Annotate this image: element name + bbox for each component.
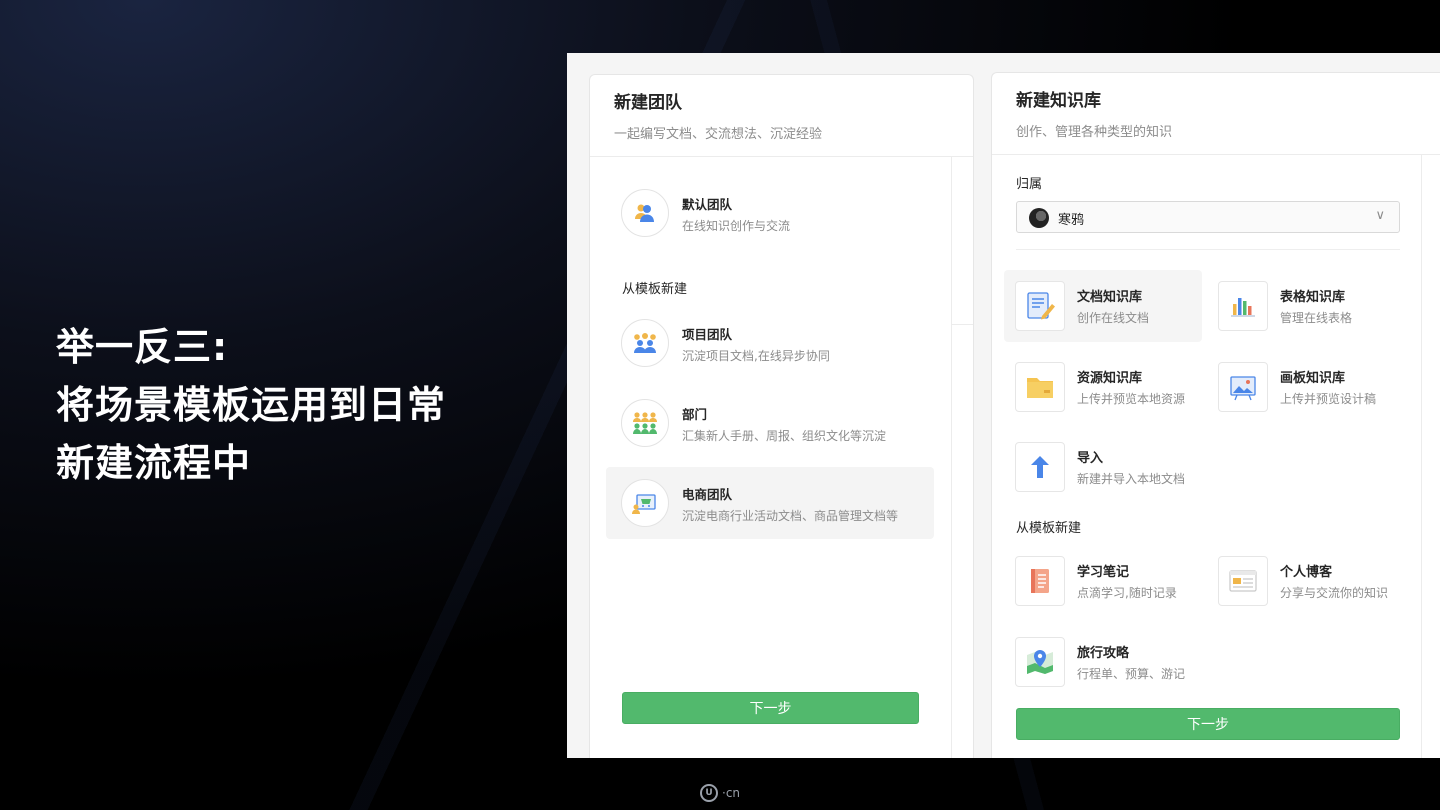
chevron-down-icon: ∨	[1375, 208, 1385, 223]
owner-label: 归属	[1016, 177, 1043, 192]
kb-next-step-button[interactable]: 下一步	[1016, 708, 1400, 740]
site-watermark: U ·cn	[700, 784, 740, 802]
kb-type-desc: 上传并预览设计稿	[1280, 392, 1377, 406]
kb-type-desc: 上传并预览本地资源	[1077, 392, 1186, 406]
kb-template-personal-blog[interactable]: 个人博客 分享与交流你的知识	[1207, 545, 1405, 617]
project-team-icon	[621, 319, 669, 367]
watermark-text: ·cn	[722, 786, 741, 800]
default-team-name: 默认团队	[682, 197, 733, 212]
kb-type-name: 资源知识库	[1077, 371, 1143, 386]
arrow-up-icon	[1015, 442, 1065, 492]
new-kb-header: 新建知识库 创作、管理各种类型的知识	[992, 73, 1440, 155]
blog-page-icon	[1218, 556, 1268, 606]
kb-type-resource[interactable]: 资源知识库 上传并预览本地资源	[1004, 351, 1202, 423]
template-section-label: 从模板新建	[622, 282, 688, 297]
document-edit-icon	[1015, 281, 1065, 331]
template-name: 项目团队	[682, 327, 733, 342]
template-desc: 汇集新人手册、周报、组织文化等沉淀	[682, 429, 887, 443]
panel-edge-strip	[952, 157, 973, 325]
kb-type-desc: 创作在线文档	[1077, 311, 1150, 325]
headline-line-2: 将场景模板运用到日常	[56, 383, 447, 427]
kb-template-study-notes[interactable]: 学习笔记 点滴学习,随时记录	[1004, 545, 1202, 617]
folder-icon	[1015, 362, 1065, 412]
headline-line-1: 举一反三:	[56, 325, 229, 369]
template-name: 电商团队	[682, 487, 733, 502]
default-team-icon	[621, 189, 669, 237]
kb-type-name: 文档知识库	[1077, 290, 1143, 305]
template-desc: 沉淀电商行业活动文档、商品管理文档等	[682, 509, 899, 523]
new-kb-title: 新建知识库	[1016, 91, 1101, 111]
kb-type-name: 画板知识库	[1280, 371, 1346, 386]
template-name: 部门	[682, 407, 708, 422]
kb-type-name: 导入	[1077, 451, 1104, 466]
picture-board-icon	[1218, 362, 1268, 412]
kb-template-section-label: 从模板新建	[1016, 521, 1082, 536]
kb-type-desc: 管理在线表格	[1280, 311, 1353, 325]
kb-template-desc: 行程单、预算、游记	[1077, 667, 1186, 681]
screenshot-canvas: 新建团队 一起编写文档、交流想法、沉淀经验 默认团队 在线知识创作与交流 从模板…	[567, 53, 1440, 758]
new-kb-subtitle: 创作、管理各种类型的知识	[1016, 125, 1173, 140]
default-team-desc: 在线知识创作与交流	[682, 219, 791, 233]
team-option-default[interactable]: 默认团队 在线知识创作与交流	[606, 177, 934, 249]
owner-value: 寒鸦	[1058, 213, 1085, 228]
kb-template-desc: 点滴学习,随时记录	[1077, 586, 1177, 600]
new-team-subtitle: 一起编写文档、交流想法、沉淀经验	[614, 127, 823, 142]
avatar	[1029, 208, 1049, 228]
template-desc: 沉淀项目文档,在线异步协同	[682, 349, 830, 363]
owner-select[interactable]: 寒鸦 ∨	[1016, 201, 1400, 233]
team-options-list: 默认团队 在线知识创作与交流 从模板新建 项目团队 沉淀项目文档,在线异步协同 …	[590, 157, 952, 758]
divider	[1016, 249, 1400, 250]
new-team-title: 新建团队	[614, 93, 682, 113]
kb-type-board[interactable]: 画板知识库 上传并预览设计稿	[1207, 351, 1405, 423]
kb-template-name: 旅行攻略	[1077, 646, 1130, 661]
department-icon	[621, 399, 669, 447]
new-team-header: 新建团队 一起编写文档、交流想法、沉淀经验	[590, 75, 973, 157]
team-option-department[interactable]: 部门 汇集新人手册、周报、组织文化等沉淀	[606, 387, 934, 459]
new-knowledge-base-panel: 新建知识库 创作、管理各种类型的知识 归属 寒鸦 ∨ 文档知识库 创作在线文档 …	[991, 72, 1440, 758]
kb-template-name: 学习笔记	[1077, 565, 1130, 580]
kb-type-table[interactable]: 表格知识库 管理在线表格	[1207, 270, 1405, 342]
slide-headline: 举一反三: 将场景模板运用到日常 新建流程中	[56, 318, 446, 492]
notebook-icon	[1015, 556, 1065, 606]
ui-cn-logo-icon: U	[700, 784, 718, 802]
kb-type-desc: 新建并导入本地文档	[1077, 472, 1186, 486]
new-team-panel: 新建团队 一起编写文档、交流想法、沉淀经验 默认团队 在线知识创作与交流 从模板…	[589, 74, 974, 758]
kb-template-desc: 分享与交流你的知识	[1280, 586, 1389, 600]
ecommerce-icon	[621, 479, 669, 527]
kb-type-document[interactable]: 文档知识库 创作在线文档	[1004, 270, 1202, 342]
map-pin-icon	[1015, 637, 1065, 687]
team-option-project[interactable]: 项目团队 沉淀项目文档,在线异步协同	[606, 307, 934, 379]
bar-chart-icon	[1218, 281, 1268, 331]
kb-type-import[interactable]: 导入 新建并导入本地文档	[1004, 431, 1202, 503]
kb-type-name: 表格知识库	[1280, 290, 1346, 305]
next-step-button[interactable]: 下一步	[622, 692, 919, 724]
headline-line-3: 新建流程中	[56, 441, 252, 485]
kb-template-travel[interactable]: 旅行攻略 行程单、预算、游记	[1004, 626, 1202, 698]
team-option-ecommerce[interactable]: 电商团队 沉淀电商行业活动文档、商品管理文档等	[606, 467, 934, 539]
kb-template-name: 个人博客	[1280, 565, 1333, 580]
